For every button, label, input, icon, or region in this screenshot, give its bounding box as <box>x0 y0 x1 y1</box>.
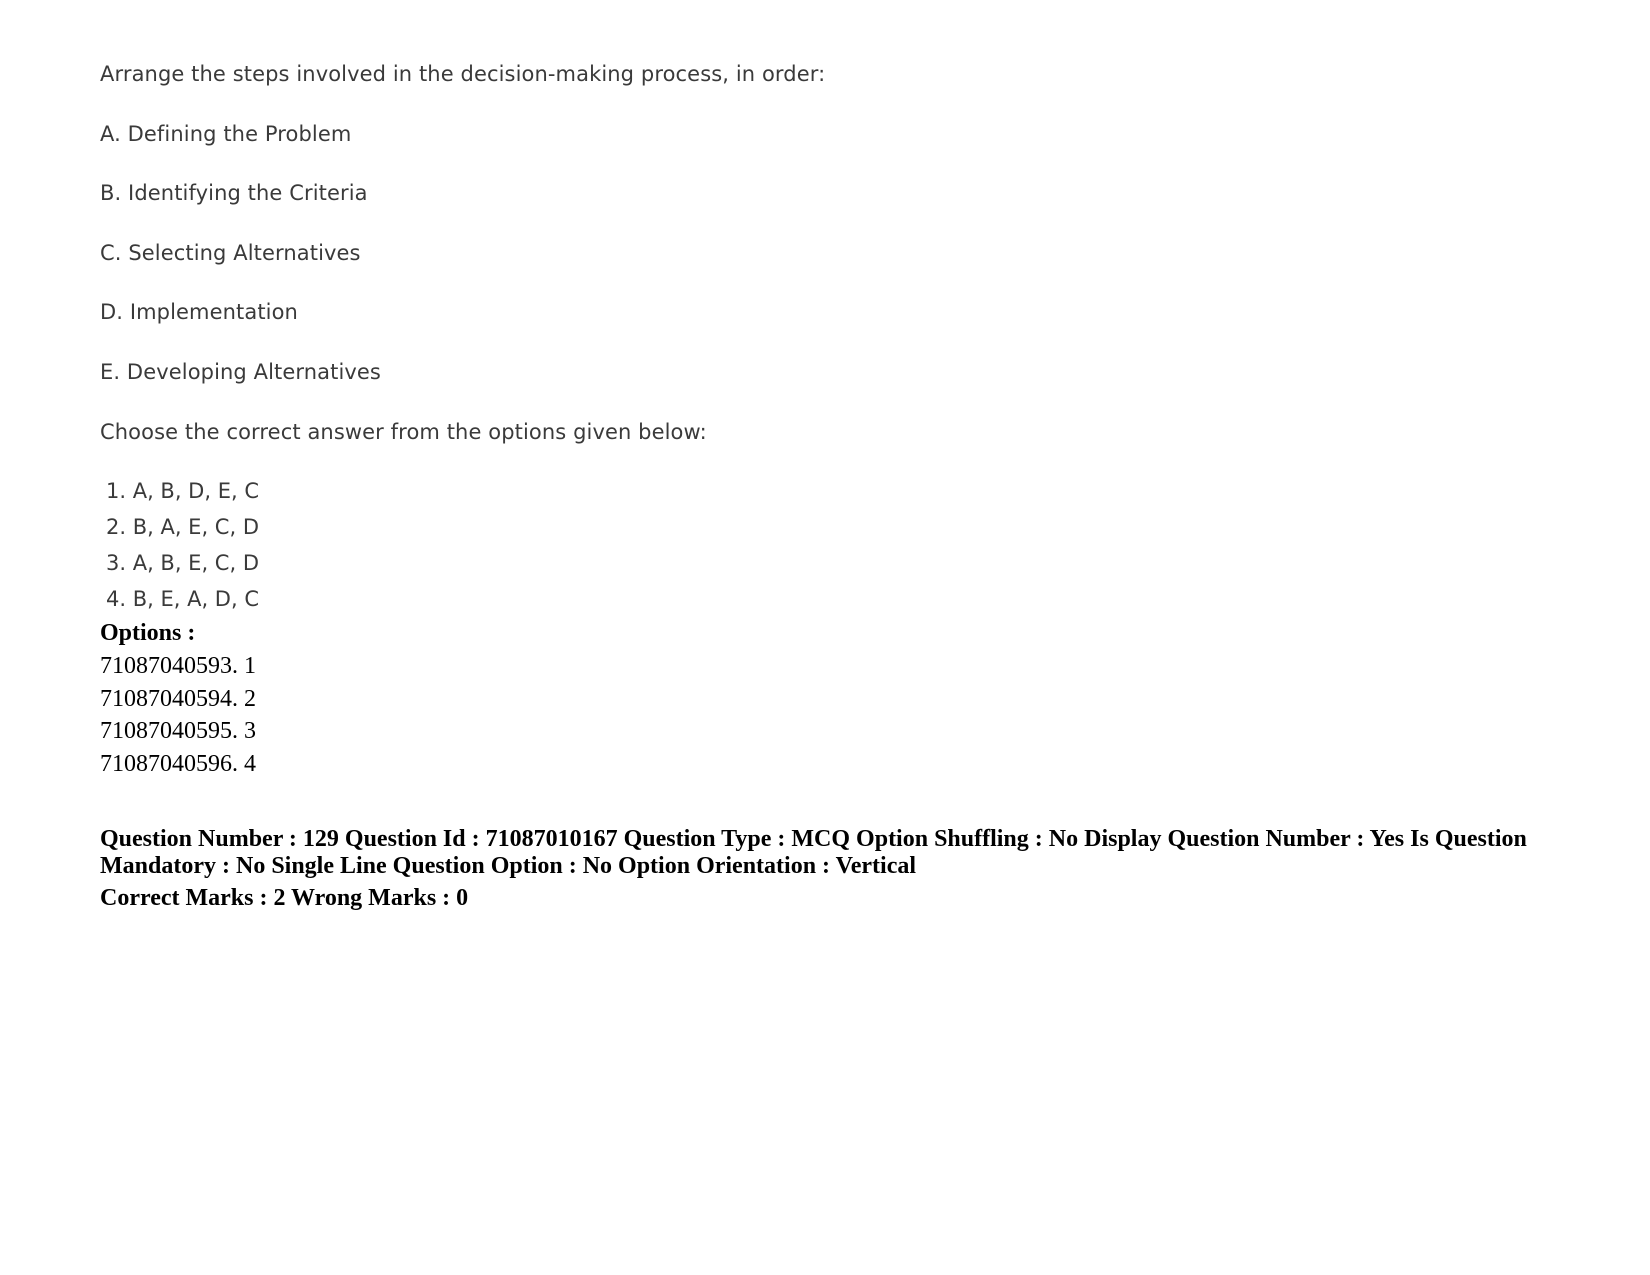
answer-choice-3: 3. A, B, E, C, D <box>106 551 259 575</box>
answer-choice-4: 4. B, E, A, D, C <box>106 587 259 611</box>
item-d: D. Implementation <box>100 300 298 324</box>
marks-info: Correct Marks : 2 Wrong Marks : 0 <box>100 885 469 911</box>
item-e: E. Developing Alternatives <box>100 360 381 384</box>
item-a: A. Defining the Problem <box>100 122 352 146</box>
question-meta: Question Number : 129 Question Id : 7108… <box>100 826 1527 879</box>
answer-choice-1: 1. A, B, D, E, C <box>106 479 259 503</box>
question-stem: Arrange the steps involved in the decisi… <box>100 62 826 86</box>
answer-choice-2: 2. B, A, E, C, D <box>106 515 259 539</box>
option-2: 71087040594. 2 <box>100 686 256 712</box>
option-3: 71087040595. 3 <box>100 718 256 744</box>
options-heading: Options : <box>100 620 196 646</box>
item-c: C. Selecting Alternatives <box>100 241 361 265</box>
option-1: 71087040593. 1 <box>100 653 256 679</box>
item-b: B. Identifying the Criteria <box>100 181 368 205</box>
instruction: Choose the correct answer from the optio… <box>100 420 707 444</box>
option-4: 71087040596. 4 <box>100 751 256 777</box>
